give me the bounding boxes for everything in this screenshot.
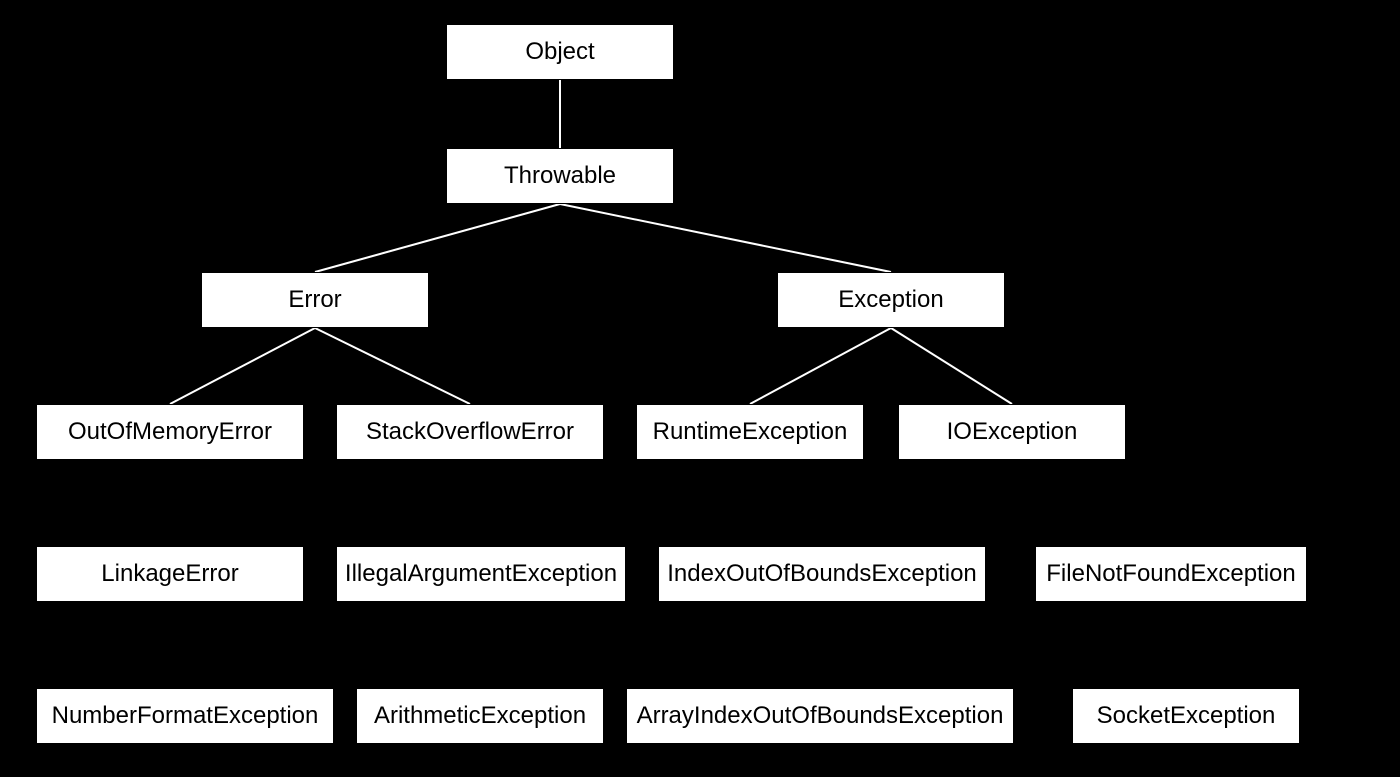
node-label: StackOverflowError (366, 418, 574, 446)
node-arrayindexoutofboundsexception: ArrayIndexOutOfBoundsException (626, 688, 1014, 744)
node-numberformatexception: NumberFormatException (36, 688, 334, 744)
node-label: ArrayIndexOutOfBoundsException (637, 702, 1004, 730)
node-arithmeticexception: ArithmeticException (356, 688, 604, 744)
node-label: SocketException (1097, 702, 1276, 730)
node-label: Exception (838, 286, 943, 314)
edge-throwable-to-exception (560, 204, 891, 272)
node-label: RuntimeException (653, 418, 848, 446)
node-illegalargumentexception: IllegalArgumentException (336, 546, 626, 602)
node-label: Throwable (504, 162, 616, 190)
node-label: NumberFormatException (52, 702, 319, 730)
node-error: Error (201, 272, 429, 328)
node-label: Error (288, 286, 341, 314)
node-label: IOException (947, 418, 1078, 446)
exception-hierarchy-diagram: Object Throwable Error Exception OutOfMe… (0, 0, 1400, 777)
node-socketexception: SocketException (1072, 688, 1300, 744)
edge-throwable-to-error (315, 204, 560, 272)
edge-exception-to-runtimeexception (750, 328, 891, 404)
node-label: ArithmeticException (374, 702, 586, 730)
edge-error-to-outofmemoryerror (170, 328, 315, 404)
node-label: FileNotFoundException (1046, 560, 1295, 588)
node-throwable: Throwable (446, 148, 674, 204)
node-label: IndexOutOfBoundsException (667, 560, 977, 588)
node-label: OutOfMemoryError (68, 418, 272, 446)
node-label: LinkageError (101, 560, 238, 588)
node-runtimeexception: RuntimeException (636, 404, 864, 460)
node-label: Object (525, 38, 594, 66)
node-stackoverflowerror: StackOverflowError (336, 404, 604, 460)
node-filenotfoundexception: FileNotFoundException (1035, 546, 1307, 602)
edge-exception-to-ioexception (891, 328, 1012, 404)
node-exception: Exception (777, 272, 1005, 328)
connector-lines (0, 0, 1400, 777)
node-label: IllegalArgumentException (345, 560, 617, 588)
node-object: Object (446, 24, 674, 80)
node-ioexception: IOException (898, 404, 1126, 460)
node-linkageerror: LinkageError (36, 546, 304, 602)
node-indexoutofboundsexception: IndexOutOfBoundsException (658, 546, 986, 602)
node-outofmemoryerror: OutOfMemoryError (36, 404, 304, 460)
edge-error-to-stackoverflowerror (315, 328, 470, 404)
